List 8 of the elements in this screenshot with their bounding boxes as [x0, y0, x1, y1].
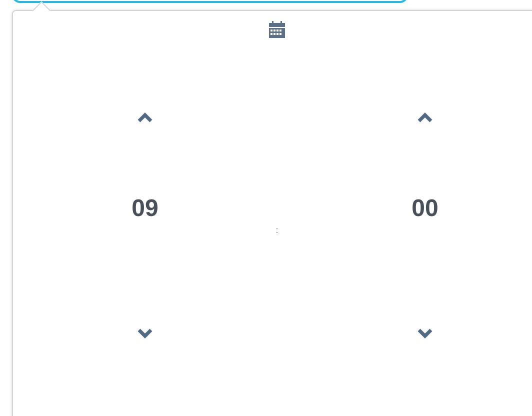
time-separator: : [276, 225, 278, 235]
minutes-value[interactable]: 00 [412, 194, 438, 224]
chevron-up-icon [417, 112, 433, 123]
calendar-icon[interactable] [268, 21, 286, 39]
chevron-down-icon [137, 328, 153, 339]
hours-value[interactable]: 09 [132, 194, 158, 224]
chevron-up-icon [137, 112, 153, 123]
chevron-down-icon [417, 328, 433, 339]
